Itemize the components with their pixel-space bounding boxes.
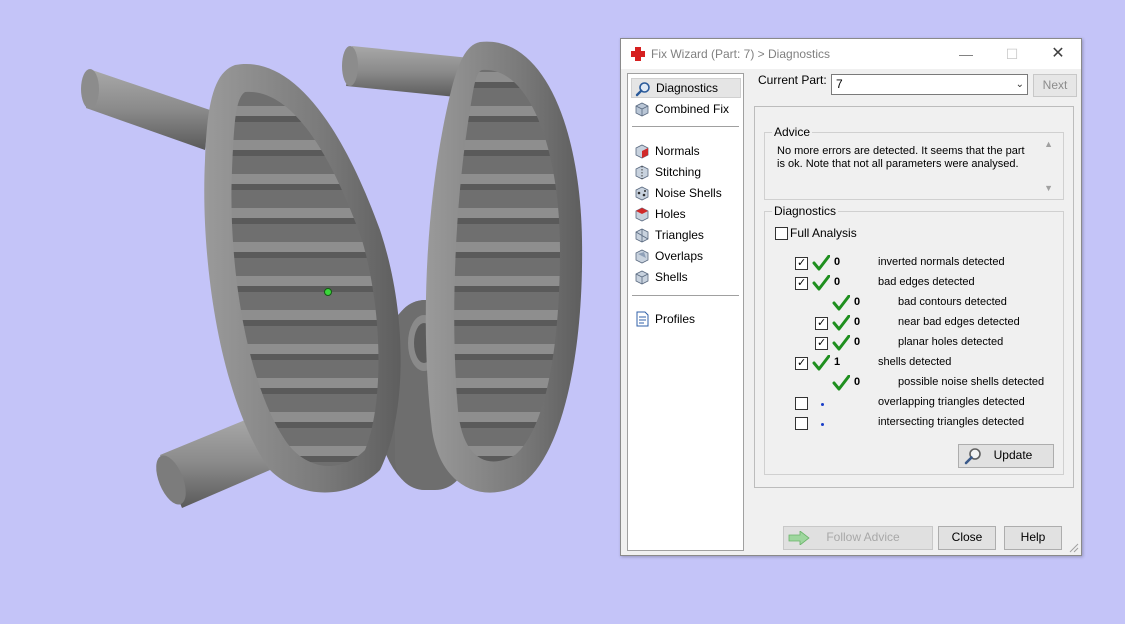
shells-count: 1 <box>834 356 841 368</box>
inverted-normals-checkbox[interactable] <box>795 256 808 270</box>
update-button[interactable]: Update <box>958 444 1054 468</box>
nav-item-label: Holes <box>655 207 686 221</box>
current-part-select[interactable]: 7 ⌄ <box>831 74 1028 95</box>
diagnostics-legend: Diagnostics <box>772 204 839 218</box>
current-part-label: Current Part: <box>758 73 827 87</box>
nav-divider <box>632 295 739 296</box>
nav-item-label: Stitching <box>655 165 702 179</box>
green-check-icon <box>812 255 830 271</box>
nav-item-shells[interactable]: Shells <box>631 267 741 287</box>
overlapping-triangles-label: overlapping triangles detected <box>878 396 1025 408</box>
nav-item-label: Noise Shells <box>655 186 722 200</box>
close-window-button[interactable]: ✕ <box>1035 39 1081 69</box>
green-check-icon <box>832 375 850 391</box>
nav-item-diagnostics[interactable]: Diagnostics <box>631 78 741 98</box>
planar-holes-checkbox[interactable] <box>815 336 828 350</box>
nav-item-normals[interactable]: Normals <box>631 141 741 161</box>
nav-item-label: Shells <box>655 270 688 284</box>
nav-item-combined-fix[interactable]: Combined Fix <box>631 99 741 119</box>
nav-item-label: Triangles <box>655 228 704 242</box>
triangles-cube-icon <box>635 228 649 243</box>
help-button[interactable]: Help <box>1004 526 1062 550</box>
nav-item-label: Normals <box>655 144 700 158</box>
planar-holes-label: planar holes detected <box>898 336 1004 348</box>
advice-group: Advice No more errors are detected. It s… <box>764 125 1064 200</box>
nav-item-label: Overlaps <box>655 249 704 263</box>
arrow-right-icon <box>788 531 810 545</box>
advice-legend: Advice <box>772 125 813 139</box>
bad-contours-label: bad contours detected <box>898 296 1007 308</box>
maximize-button[interactable]: ☐ <box>989 39 1035 69</box>
bad-edges-label: bad edges detected <box>878 276 975 288</box>
red-cross-icon <box>631 47 645 61</box>
next-button[interactable]: Next <box>1033 74 1077 97</box>
intersecting-triangles-checkbox[interactable] <box>795 417 808 430</box>
title-bar[interactable]: Fix Wizard (Part: 7) > Diagnostics — ☐ ✕ <box>621 39 1081 69</box>
full-analysis-checkbox[interactable] <box>775 227 788 240</box>
bad-contours-count: 0 <box>854 296 861 308</box>
green-check-icon <box>832 335 850 351</box>
green-check-icon <box>832 315 850 331</box>
nav-item-label: Combined Fix <box>655 102 730 116</box>
window-title: Fix Wizard (Part: 7) > Diagnostics <box>651 47 831 61</box>
magnifier-icon <box>964 448 981 465</box>
update-label: Update <box>993 448 1033 462</box>
noise-shells-label: possible noise shells detected <box>898 376 1045 388</box>
follow-advice-button[interactable]: Follow Advice <box>783 526 933 550</box>
nav-item-noise-shells[interactable]: Noise Shells <box>631 183 741 203</box>
combined-fix-icon <box>635 102 649 117</box>
inverted-normals-label: inverted normals detected <box>878 256 1005 268</box>
green-check-icon <box>812 275 830 291</box>
nav-item-triangles[interactable]: Triangles <box>631 225 741 245</box>
3d-viewport[interactable] <box>0 0 615 624</box>
green-check-icon <box>812 355 830 371</box>
magnifier-icon <box>635 82 650 97</box>
scroll-up-icon[interactable]: ▲ <box>1044 139 1053 149</box>
near-bad-edges-count: 0 <box>854 316 861 328</box>
stitching-cube-icon <box>635 165 649 180</box>
nav-item-label: Profiles <box>655 312 696 326</box>
bad-edges-checkbox[interactable] <box>795 276 808 290</box>
intersecting-triangles-label: intersecting triangles detected <box>878 416 1025 428</box>
shells-cube-icon <box>635 270 649 285</box>
overlaps-cube-icon <box>635 249 649 264</box>
chevron-down-icon: ⌄ <box>1015 79 1024 90</box>
wizard-nav: Diagnostics Combined Fix Normals Stitchi… <box>627 73 744 551</box>
green-check-icon <box>832 295 850 311</box>
shells-label: shells detected <box>878 356 952 368</box>
nav-item-stitching[interactable]: Stitching <box>631 162 741 182</box>
near-bad-edges-checkbox[interactable] <box>815 316 828 330</box>
close-button[interactable]: Close <box>938 526 996 550</box>
fix-wizard-dialog: Fix Wizard (Part: 7) > Diagnostics — ☐ ✕… <box>620 38 1082 556</box>
advice-text: No more errors are detected. It seems th… <box>777 145 1025 170</box>
normals-cube-icon <box>635 144 649 159</box>
overlapping-triangles-checkbox[interactable] <box>795 397 808 410</box>
profiles-document-icon <box>636 311 649 327</box>
shells-checkbox[interactable] <box>795 356 808 370</box>
bad-edges-count: 0 <box>834 276 841 288</box>
part-model[interactable] <box>0 0 615 624</box>
near-bad-edges-label: near bad edges detected <box>898 316 1020 328</box>
nav-item-overlaps[interactable]: Overlaps <box>631 246 741 266</box>
nav-item-profiles[interactable]: Profiles <box>631 309 741 329</box>
pending-dot-icon <box>821 423 824 426</box>
noise-shells-count: 0 <box>854 376 861 388</box>
full-analysis-label: Full Analysis <box>790 226 857 240</box>
planar-holes-count: 0 <box>854 336 861 348</box>
resize-grip-icon[interactable] <box>1069 543 1079 553</box>
inverted-normals-count: 0 <box>834 256 841 268</box>
pending-dot-icon <box>821 403 824 406</box>
nav-divider <box>632 126 739 127</box>
nav-item-label: Diagnostics <box>656 81 719 95</box>
nav-item-holes[interactable]: Holes <box>631 204 741 224</box>
follow-advice-label: Follow Advice <box>826 530 900 544</box>
holes-cube-icon <box>635 207 649 222</box>
minimize-button[interactable]: — <box>943 39 989 69</box>
noise-shells-cube-icon <box>635 186 649 201</box>
scroll-down-icon[interactable]: ▼ <box>1044 183 1053 193</box>
current-part-value: 7 <box>836 77 843 91</box>
